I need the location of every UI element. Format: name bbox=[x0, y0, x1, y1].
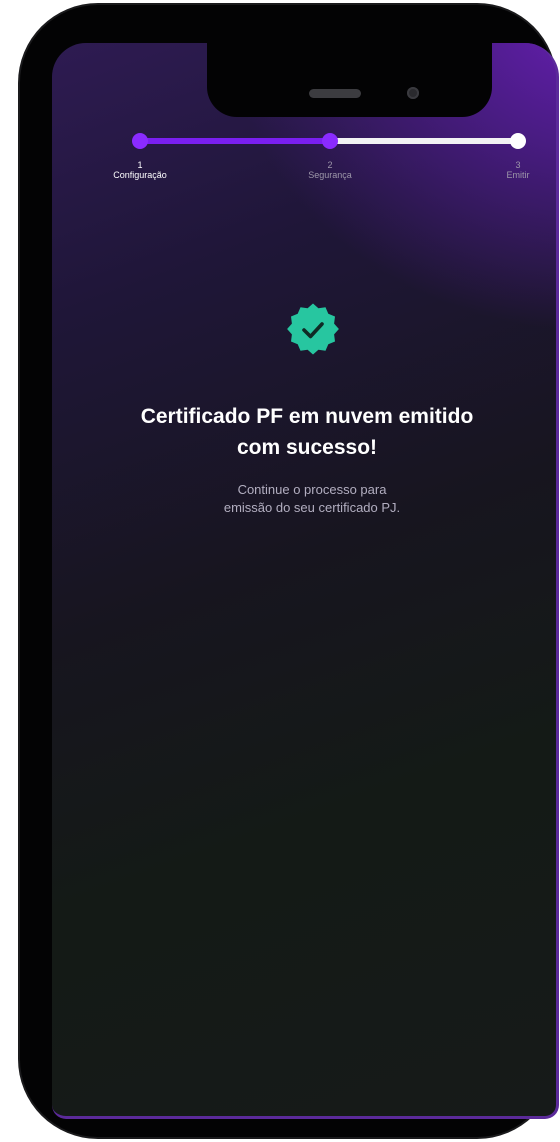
success-subtitle: Continue o processo para emissão do seu … bbox=[152, 481, 472, 517]
speaker-grille bbox=[309, 89, 361, 98]
phone-frame: 1 Configuração 2 Segurança 3 Emitir Cert… bbox=[20, 5, 559, 1137]
verified-check-badge-icon bbox=[281, 297, 345, 361]
stepper-track-completed bbox=[140, 138, 330, 144]
success-title-line-1: Certificado PF em nuvem emitido bbox=[140, 405, 474, 428]
success-title: Certificado PF em nuvem emitido com suce… bbox=[92, 401, 522, 463]
app-screen: 1 Configuração 2 Segurança 3 Emitir Cert… bbox=[52, 43, 559, 1119]
step-2-number: 2 bbox=[327, 160, 333, 170]
step-3-label: 3 Emitir bbox=[470, 160, 556, 180]
step-1-text: Configuração bbox=[113, 170, 167, 180]
step-2-label: 2 Segurança bbox=[282, 160, 378, 180]
step-2-indicator bbox=[322, 133, 338, 149]
stepper-track-remaining bbox=[330, 138, 518, 144]
step-3-indicator bbox=[510, 133, 526, 149]
step-1-number: 1 bbox=[137, 160, 143, 170]
step-3-number: 3 bbox=[515, 160, 521, 170]
success-subtitle-line-1: Continue o processo para bbox=[237, 482, 387, 497]
front-camera bbox=[407, 87, 419, 99]
success-subtitle-line-2: emissão do seu certificado PJ. bbox=[223, 500, 401, 515]
step-1-label: 1 Configuração bbox=[92, 160, 188, 180]
success-title-line-2: com sucesso! bbox=[236, 436, 378, 459]
step-2-text: Segurança bbox=[308, 170, 352, 180]
step-3-text: Emitir bbox=[506, 170, 530, 180]
step-1-indicator bbox=[132, 133, 148, 149]
phone-notch bbox=[207, 43, 492, 117]
